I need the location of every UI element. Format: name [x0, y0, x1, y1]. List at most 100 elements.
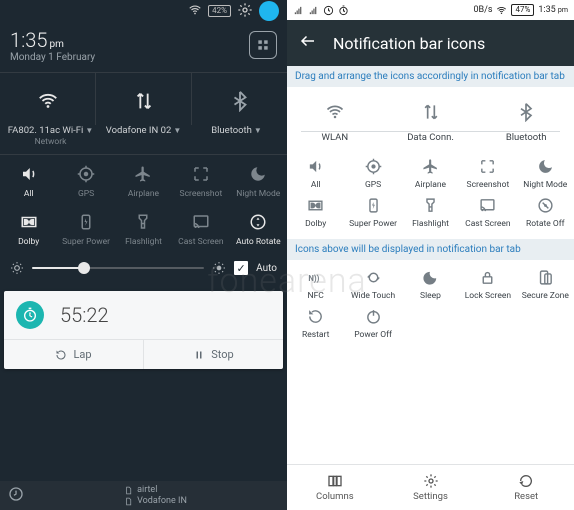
tile-flashlight[interactable]: Flashlight	[115, 203, 172, 251]
tile-restart[interactable]: Restart	[287, 305, 344, 340]
clock-icon	[323, 5, 334, 16]
tile-superpower[interactable]: Super Power	[344, 194, 401, 229]
tile-gps[interactable]: GPS	[57, 155, 114, 203]
tile-night[interactable]: Night Mode	[517, 155, 574, 190]
top3-icons	[287, 87, 574, 131]
flashlight-icon	[402, 194, 459, 216]
quick-settings-panel: 42% 1:35pm Monday 1 February FA802. 11ac…	[0, 0, 287, 510]
tile-screenshot[interactable]: Screenshot	[459, 155, 516, 190]
night-icon	[517, 155, 574, 177]
status-bar-left: 42%	[0, 0, 287, 22]
tile-label: Rotate Off	[517, 219, 574, 229]
securezone-icon	[517, 266, 574, 288]
tile-bluetooth[interactable]	[478, 95, 574, 129]
tile-label: Wide Touch	[344, 291, 401, 301]
volume-icon	[287, 155, 344, 177]
tile-nfc[interactable]: NFC	[287, 266, 344, 301]
nfc-icon	[287, 266, 344, 288]
tile-widetouch[interactable]: Wide Touch	[344, 266, 401, 301]
tile-superpower[interactable]: Super Power	[57, 203, 114, 251]
superpower-icon	[59, 211, 112, 233]
auto-brightness-checkbox[interactable]: ✓	[234, 261, 248, 275]
stopwatch-notification[interactable]: 55:22 Lap Stop	[4, 291, 283, 369]
back-icon[interactable]	[299, 32, 317, 54]
qs-bluetooth-toggle[interactable]	[192, 73, 287, 125]
lock-icon	[459, 266, 516, 288]
label-wlan: WLAN	[287, 132, 383, 143]
dolby-icon	[287, 194, 344, 216]
columns-button[interactable]: Columns	[287, 465, 383, 510]
settings-button[interactable]: Settings	[383, 465, 479, 510]
qs-tiles-row1: AllGPSAirplaneScreenshotNight Mode	[0, 155, 287, 203]
tile-lock[interactable]: Lock Screen	[459, 266, 516, 301]
grid-button[interactable]	[249, 31, 277, 59]
qs-bluetooth-label[interactable]: Bluetooth▼	[190, 125, 283, 148]
screenshot-icon	[459, 155, 516, 177]
qs-wifi-toggle[interactable]	[0, 73, 96, 125]
tile-airplane[interactable]: Airplane	[402, 155, 459, 190]
label-bluetooth: Bluetooth	[478, 132, 574, 143]
reset-button[interactable]: Reset	[478, 465, 574, 510]
tile-rotateoff[interactable]: Rotate Off	[517, 194, 574, 229]
qs-data-label[interactable]: Vodafone IN 02▼	[97, 125, 190, 148]
tile-dolby[interactable]: Dolby	[287, 194, 344, 229]
tile-cast[interactable]: Cast Screen	[172, 203, 229, 251]
tile-volume[interactable]: All	[287, 155, 344, 190]
stopwatch-time: 55:22	[60, 303, 109, 327]
gear-icon[interactable]	[237, 2, 253, 21]
tile-label: Night Mode	[232, 189, 285, 199]
auto-brightness-label: Auto	[256, 263, 277, 274]
volume-icon	[2, 163, 55, 185]
label-dataconn: Data Conn.	[383, 132, 479, 143]
sim2-row: Vodafone IN	[124, 496, 187, 506]
tile-label: All	[287, 180, 344, 190]
tile-poweroff[interactable]: Power Off	[344, 305, 401, 340]
tile-label: Dolby	[287, 219, 344, 229]
profile-avatar[interactable]	[259, 1, 279, 21]
tile-flashlight[interactable]: Flashlight	[402, 194, 459, 229]
tile-label: Airplane	[402, 180, 459, 190]
brightness-high-icon	[212, 261, 226, 275]
autorotate-icon	[232, 211, 285, 233]
tile-airplane[interactable]: Airplane	[115, 155, 172, 203]
stop-button[interactable]: Stop	[144, 340, 283, 369]
tile-volume[interactable]: All	[0, 155, 57, 203]
tile-dolby[interactable]: Dolby	[0, 203, 57, 251]
info-band-1: Drag and arrange the icons accordingly i…	[287, 66, 574, 87]
qs-wifi-label[interactable]: FA802. 11ac Wi-Fi▼Network	[4, 125, 97, 148]
tile-dataconn[interactable]	[383, 95, 479, 129]
tile-label: Screenshot	[459, 180, 516, 190]
qs-data-toggle[interactable]	[96, 73, 192, 125]
gps-icon	[344, 155, 401, 177]
clock-time: 1:35	[10, 28, 47, 52]
page-header: Notification bar icons	[287, 20, 574, 66]
superpower-icon	[344, 194, 401, 216]
tile-securezone[interactable]: Secure Zone	[517, 266, 574, 301]
tile-screenshot[interactable]: Screenshot	[172, 155, 229, 203]
restart-icon	[287, 305, 344, 327]
tile-autorotate[interactable]: Auto Rotate	[230, 203, 287, 251]
grid-above: AllGPSAirplaneScreenshotNight Mode DolbyS…	[287, 149, 574, 239]
tile-sleep[interactable]: Sleep	[402, 266, 459, 301]
brightness-low-icon	[10, 261, 24, 275]
status-bar-right: 0B/s 47% 1:35 pm	[287, 0, 574, 20]
left-footer: airtel Vodafone IN	[0, 481, 287, 510]
night-icon	[232, 163, 285, 185]
tile-wlan[interactable]	[287, 95, 383, 129]
qs-top-labels: FA802. 11ac Wi-Fi▼Network Vodafone IN 02…	[0, 125, 287, 155]
time-date-row: 1:35pm Monday 1 February	[0, 22, 287, 68]
tile-cast[interactable]: Cast Screen	[459, 194, 516, 229]
recent-icon[interactable]	[8, 486, 24, 505]
tile-night[interactable]: Night Mode	[230, 155, 287, 203]
tile-gps[interactable]: GPS	[344, 155, 401, 190]
timer-icon	[16, 301, 44, 329]
brightness-row: ✓ Auto	[0, 251, 287, 287]
lap-button[interactable]: Lap	[4, 340, 144, 369]
brightness-slider[interactable]	[32, 267, 204, 269]
flashlight-icon	[117, 211, 170, 233]
tile-label: Sleep	[402, 291, 459, 301]
wifi-icon	[188, 3, 202, 20]
signal-icon	[293, 5, 304, 16]
battery-indicator: 47%	[511, 4, 534, 16]
tile-label: Night Mode	[517, 180, 574, 190]
